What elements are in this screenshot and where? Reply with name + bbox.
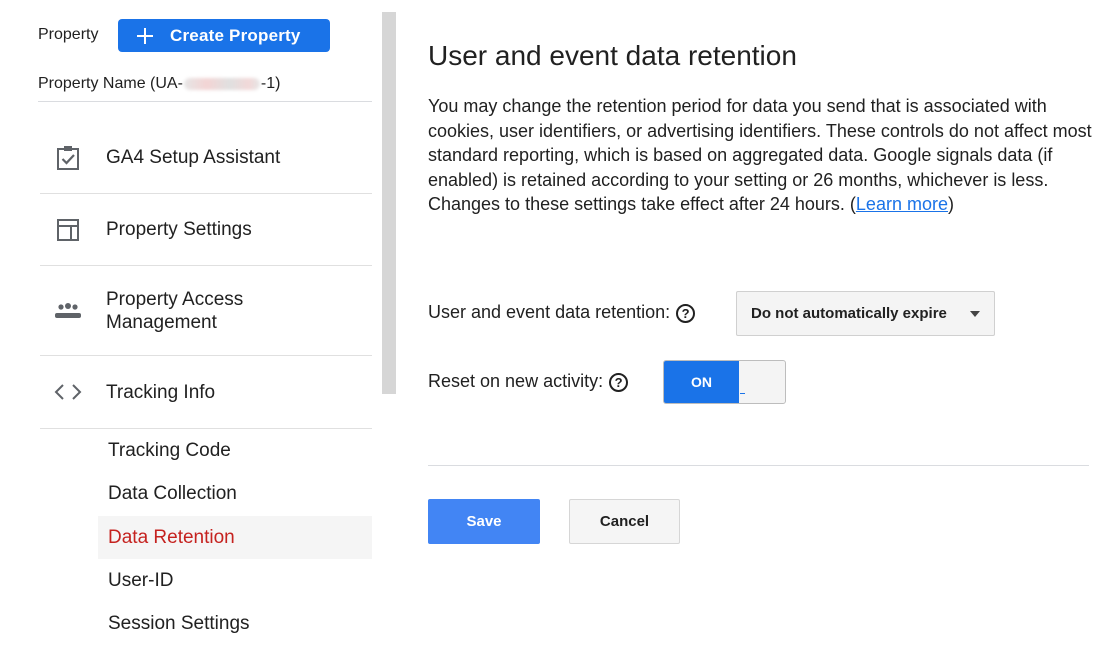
- description-end: ): [947, 194, 954, 214]
- create-property-label: Create Property: [170, 25, 301, 45]
- description-text: You may change the retention period for …: [428, 96, 1092, 214]
- property-name-selector[interactable]: Property Name (UA- -1): [38, 75, 280, 93]
- retention-period-dropdown[interactable]: Do not automatically expire: [736, 291, 995, 336]
- caret-down-icon: [970, 311, 980, 317]
- retention-setting-row: User and event data retention:?: [428, 302, 696, 323]
- toggle-on-label: ON: [664, 361, 739, 403]
- sidebar-item-label: Property Settings: [106, 219, 252, 240]
- property-label: Property: [38, 26, 99, 43]
- redacted-property-id: [183, 77, 260, 90]
- sidebar-item-label: Property Access Management: [106, 288, 244, 333]
- page-title: User and event data retention: [428, 40, 797, 71]
- retention-description: You may change the retention period for …: [428, 94, 1093, 217]
- learn-more-link[interactable]: Learn more: [856, 194, 948, 214]
- layout-panel-icon: [53, 215, 83, 245]
- sidebar-item-label: GA4 Setup Assistant: [106, 147, 281, 168]
- clipboard-check-icon: [53, 143, 83, 173]
- reset-on-activity-toggle[interactable]: ON: [663, 360, 786, 404]
- sidebar-divider: [38, 101, 372, 102]
- retention-period-value: Do not automatically expire: [751, 305, 947, 322]
- sidebar-subitem-session-settings[interactable]: Session Settings: [98, 602, 372, 645]
- create-property-button[interactable]: Create Property: [118, 19, 330, 52]
- sidebar-subitem-user-id[interactable]: User-ID: [98, 559, 372, 602]
- sidebar-subitem-data-retention[interactable]: Data Retention: [98, 516, 372, 559]
- help-icon[interactable]: ?: [676, 303, 696, 323]
- property-sidebar: Property Create Property Property Name (…: [0, 0, 400, 648]
- people-group-icon: [53, 296, 83, 326]
- sidebar-subitem-tracking-code[interactable]: Tracking Code: [98, 429, 372, 472]
- sidebar-item-property-access-management[interactable]: Property Access Management: [40, 266, 372, 356]
- reset-setting-label: Reset on new activity:: [428, 371, 604, 391]
- property-name-prefix: Property Name (UA-: [38, 75, 183, 92]
- content-divider: [428, 465, 1089, 466]
- plus-icon: [137, 27, 153, 44]
- sidebar-scrollbar[interactable]: [382, 12, 396, 394]
- sidebar-subitem-data-collection[interactable]: Data Collection: [98, 472, 372, 515]
- code-brackets-icon: [53, 377, 83, 407]
- toggle-cursor-mark: [740, 393, 745, 394]
- property-name-suffix: -1): [260, 75, 281, 92]
- sidebar-item-ga4-setup-assistant[interactable]: GA4 Setup Assistant: [40, 122, 372, 194]
- sidebar-item-label: Tracking Info: [106, 381, 216, 403]
- cancel-button[interactable]: Cancel: [569, 499, 680, 544]
- sidebar-item-property-settings[interactable]: Property Settings: [40, 194, 372, 266]
- help-icon[interactable]: ?: [609, 372, 629, 392]
- retention-setting-label: User and event data retention:: [428, 302, 671, 322]
- sidebar-item-tracking-info[interactable]: Tracking Info: [40, 356, 372, 429]
- save-button[interactable]: Save: [428, 499, 540, 544]
- reset-setting-row: Reset on new activity:?: [428, 371, 629, 392]
